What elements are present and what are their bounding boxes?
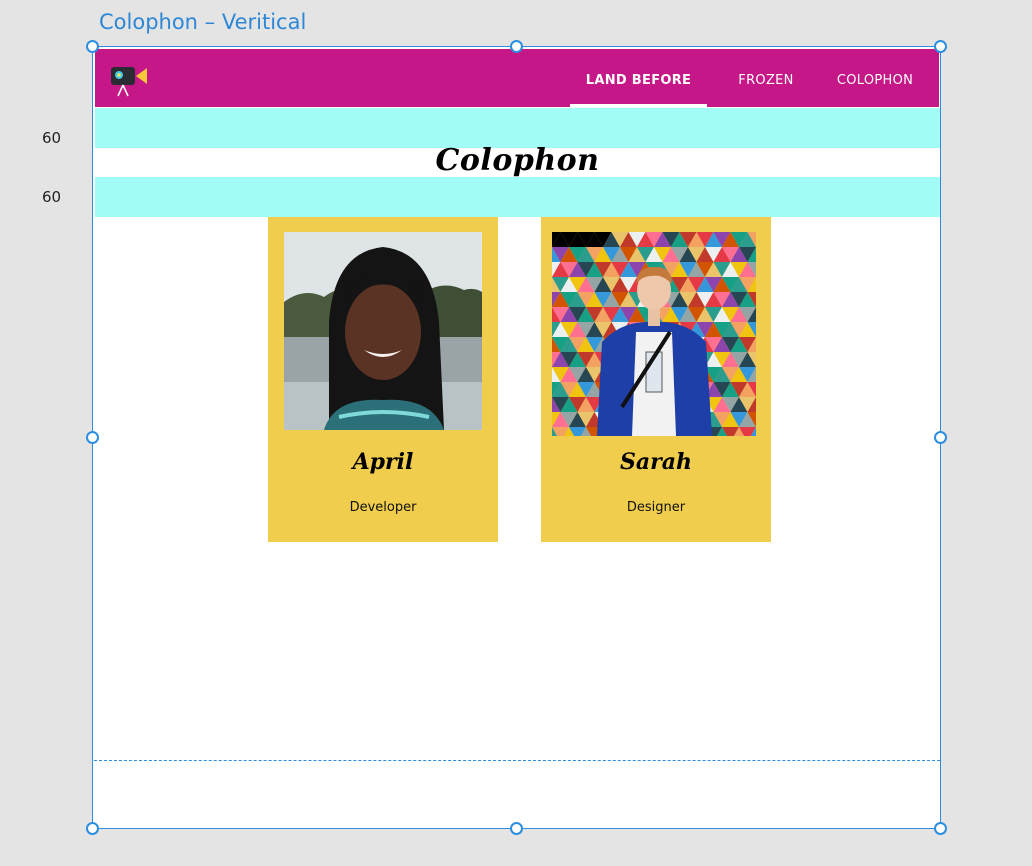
resize-handle-bottom-left[interactable] (86, 822, 99, 835)
april-portrait-photo (284, 232, 482, 430)
resize-handle-left[interactable] (86, 431, 99, 444)
team-card-april: April Developer (268, 217, 498, 542)
navbar: LAND BEFORE TIME FROZEN COLOPHON (95, 49, 939, 152)
resize-handle-right[interactable] (934, 431, 947, 444)
resize-handle-bottom-right[interactable] (934, 822, 947, 835)
resize-handle-bottom[interactable] (510, 822, 523, 835)
resize-handle-top-left[interactable] (86, 40, 99, 53)
movie-camera-icon[interactable] (109, 61, 149, 97)
spacing-measure-bottom: 60 (42, 188, 62, 206)
resize-handle-top-right[interactable] (934, 40, 947, 53)
nav-item-frozen[interactable]: FROZEN (727, 49, 805, 107)
nav-item-land-before-time[interactable]: LAND BEFORE TIME (570, 49, 707, 152)
spacer-band-bottom (95, 177, 940, 217)
team-member-name: April (352, 449, 414, 475)
team-member-name: Sarah (620, 449, 692, 475)
team-card-sarah: Sarah Designer (541, 217, 771, 542)
team-member-role: Developer (349, 500, 417, 515)
sarah-portrait-photo (552, 232, 756, 436)
spacing-measure-top: 60 (42, 129, 62, 147)
page-title: Colophon (435, 143, 600, 178)
resize-handle-top[interactable] (510, 40, 523, 53)
artboard-title[interactable]: Colophon – Veritical (99, 10, 306, 34)
fold-guide-line (94, 760, 940, 761)
team-member-role: Designer (626, 500, 686, 515)
spacer-band-top (95, 108, 940, 148)
nav-item-colophon[interactable]: COLOPHON (830, 49, 920, 107)
active-nav-indicator (570, 104, 707, 107)
